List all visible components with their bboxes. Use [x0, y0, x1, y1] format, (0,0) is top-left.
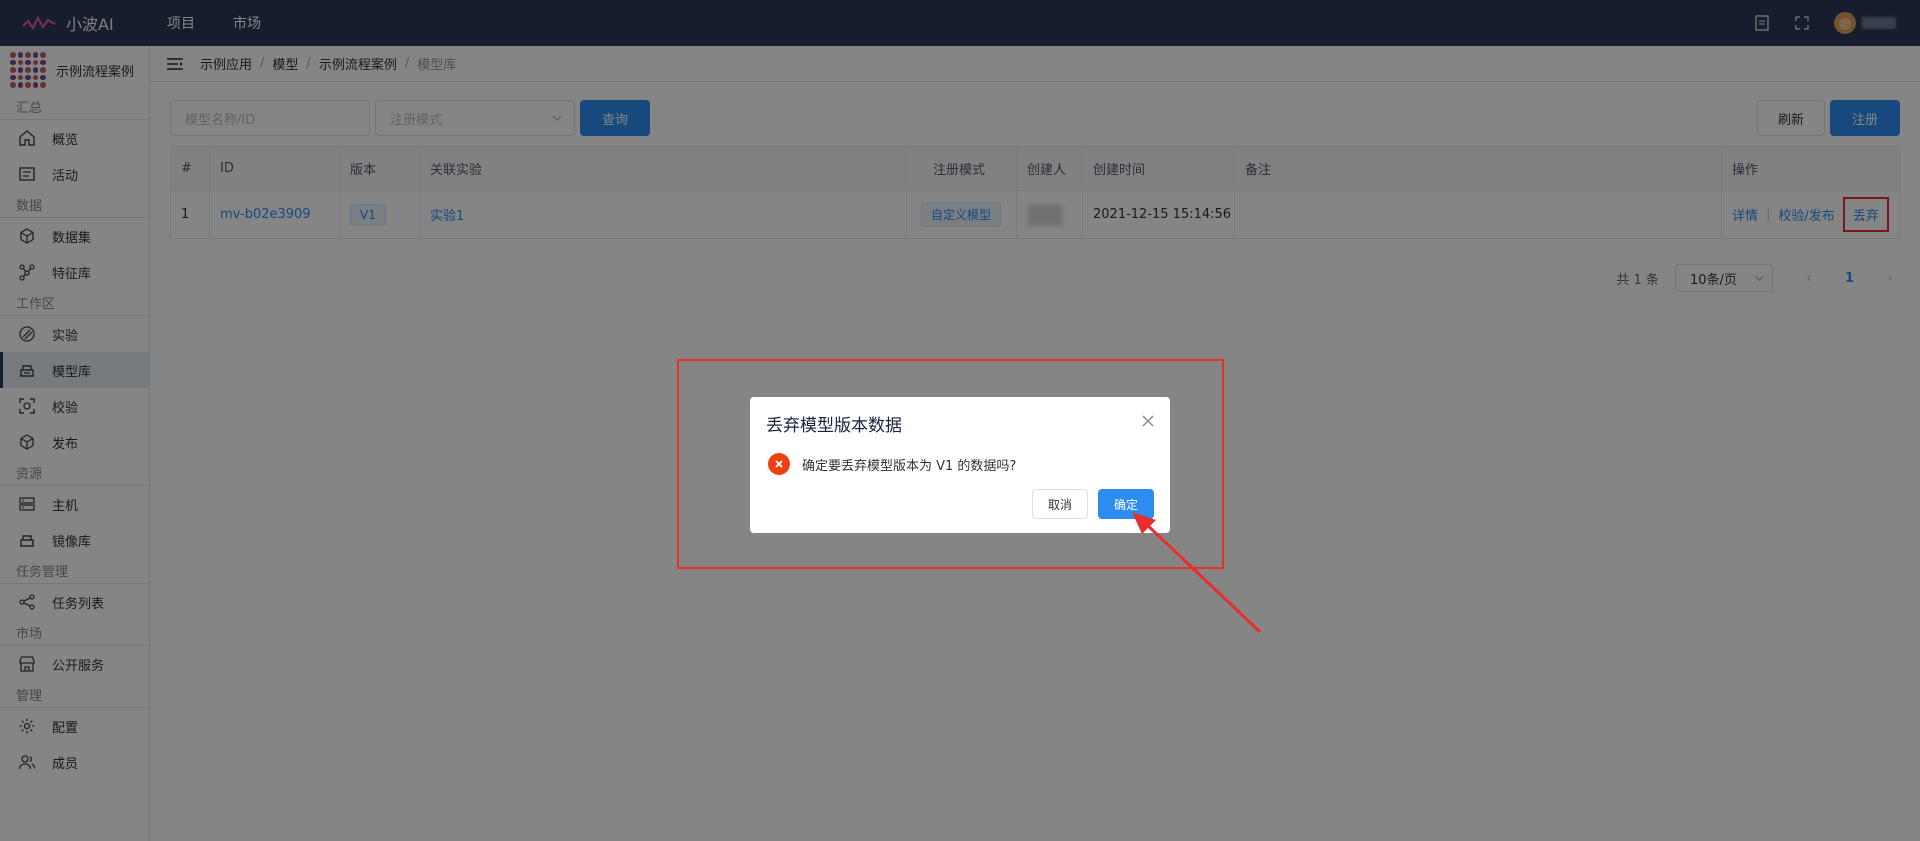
dialog-message: 确定要丢弃模型版本为 V1 的数据吗?	[802, 459, 1017, 474]
dialog-title: 丢弃模型版本数据	[766, 416, 902, 436]
confirm-dialog: 丢弃模型版本数据 确定要丢弃模型版本为 V1 的数据吗? 取消 确定	[750, 397, 1170, 533]
annotation-arrow-icon	[1132, 512, 1262, 634]
cancel-button[interactable]: 取消	[1032, 489, 1088, 519]
close-icon[interactable]	[1142, 415, 1154, 427]
error-icon	[768, 453, 790, 475]
